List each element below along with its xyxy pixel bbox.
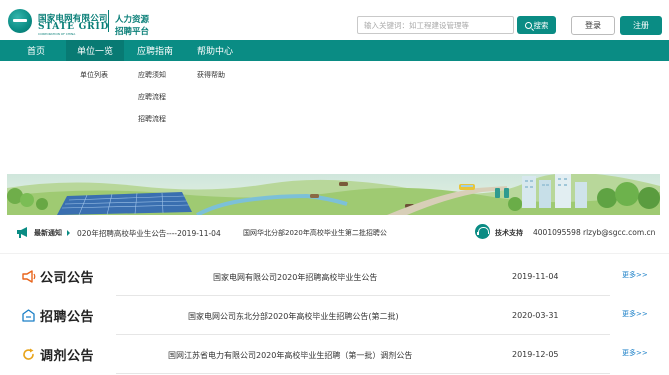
more-link[interactable]: 更多>> bbox=[622, 348, 648, 358]
main-nav: 首页 单位一览 应聘指南 帮助中心 bbox=[0, 40, 669, 61]
nav-dropdown-panel: 单位列表 应聘须知 应聘流程 招聘流程 获得帮助 bbox=[0, 61, 669, 174]
dropdown-item-apply-notice[interactable]: 应聘须知 bbox=[138, 70, 166, 80]
notice-item-2[interactable]: 国网华北分部2020年高校毕业生第二批招聘公 bbox=[243, 228, 408, 238]
support-phone: 4001095598 bbox=[533, 228, 581, 237]
logo-divider bbox=[108, 10, 109, 32]
refresh-icon bbox=[23, 348, 34, 360]
hero-banner[interactable] bbox=[7, 174, 660, 215]
dropdown-item-get-help[interactable]: 获得帮助 bbox=[197, 70, 225, 80]
platform-name-line2: 招聘平台 bbox=[115, 27, 150, 37]
support-label: 技术支持 bbox=[495, 229, 523, 237]
platform-name-line1: 人力资源 bbox=[115, 15, 150, 25]
announcement-title: 公司公告 bbox=[40, 271, 95, 286]
dropdown-item-unit-list[interactable]: 单位列表 bbox=[80, 70, 108, 80]
more-link[interactable]: 更多>> bbox=[622, 309, 648, 319]
search-button-label: 搜索 bbox=[533, 20, 549, 30]
notice-label: 最新通知 bbox=[34, 229, 62, 237]
announcement-link[interactable]: 国网江苏省电力有限公司2020年高校毕业生招聘（第一批）调剂公告 bbox=[168, 350, 412, 361]
announcement-title: 调剂公告 bbox=[40, 349, 95, 364]
search-button[interactable]: 搜索 bbox=[517, 16, 556, 34]
megaphone-icon bbox=[17, 227, 27, 238]
nav-item-help[interactable]: 帮助中心 bbox=[186, 40, 244, 61]
section-divider bbox=[0, 253, 669, 254]
brand-en-sub: CORPORATION OF CHINA bbox=[38, 32, 76, 36]
search-input[interactable] bbox=[357, 16, 514, 34]
brand-en-name: STATE GRID bbox=[38, 22, 110, 32]
announcement-row: 国网江苏省电力有限公司2020年高校毕业生招聘（第一批）调剂公告 2019-12… bbox=[116, 336, 610, 374]
announcement-link[interactable]: 国家电网公司东北分部2020年高校毕业生招聘公告(第二批) bbox=[188, 311, 399, 322]
announcement-title: 招聘公告 bbox=[40, 310, 95, 325]
landscape-illustration bbox=[7, 174, 660, 215]
nav-item-home[interactable]: 首页 bbox=[8, 40, 64, 61]
more-link[interactable]: 更多>> bbox=[622, 270, 648, 280]
dropdown-item-recruit-process[interactable]: 招聘流程 bbox=[138, 114, 166, 124]
announcement-recruit: 招聘公告 国家电网公司东北分部2020年高校毕业生招聘公告(第二批) 2020-… bbox=[0, 297, 669, 336]
announcement-date: 2019-12-05 bbox=[512, 350, 559, 359]
inbox-icon bbox=[22, 309, 35, 322]
announcement-adjust: 调剂公告 国网江苏省电力有限公司2020年高校毕业生招聘（第一批）调剂公告 20… bbox=[0, 336, 669, 375]
announcement-company: 公司公告 国家电网有限公司2020年招聘高校毕业生公告 2019-11-04 更… bbox=[0, 258, 669, 297]
announcement-date: 2020-03-31 bbox=[512, 311, 559, 320]
notice-arrow-icon bbox=[67, 230, 70, 236]
nav-item-guide[interactable]: 应聘指南 bbox=[126, 40, 184, 61]
search-icon bbox=[524, 21, 532, 29]
site-header: 国家电网有限公司 STATE GRID CORPORATION OF CHINA… bbox=[0, 0, 669, 40]
support-email[interactable]: rlzyb@sgcc.com.cn bbox=[583, 228, 655, 237]
nav-item-units[interactable]: 单位一览 bbox=[66, 40, 124, 61]
notice-bar: 最新通知 020年招聘高校毕业生公告----2019-11-04 国网华北分部2… bbox=[0, 219, 669, 245]
announcement-row: 国家电网公司东北分部2020年高校毕业生招聘公告(第二批) 2020-03-31 bbox=[116, 297, 610, 335]
announcement-date: 2019-11-04 bbox=[512, 272, 559, 281]
notice-item-1[interactable]: 020年招聘高校毕业生公告----2019-11-04 bbox=[77, 228, 221, 239]
dropdown-item-apply-process[interactable]: 应聘流程 bbox=[138, 92, 166, 102]
megaphone-icon bbox=[22, 270, 36, 283]
login-button[interactable]: 登录 bbox=[571, 16, 615, 35]
headset-icon bbox=[475, 224, 492, 239]
register-button[interactable]: 注册 bbox=[620, 16, 662, 35]
announcement-link[interactable]: 国家电网有限公司2020年招聘高校毕业生公告 bbox=[213, 272, 377, 283]
state-grid-logo-icon[interactable] bbox=[8, 9, 32, 33]
announcement-row: 国家电网有限公司2020年招聘高校毕业生公告 2019-11-04 bbox=[116, 258, 610, 296]
